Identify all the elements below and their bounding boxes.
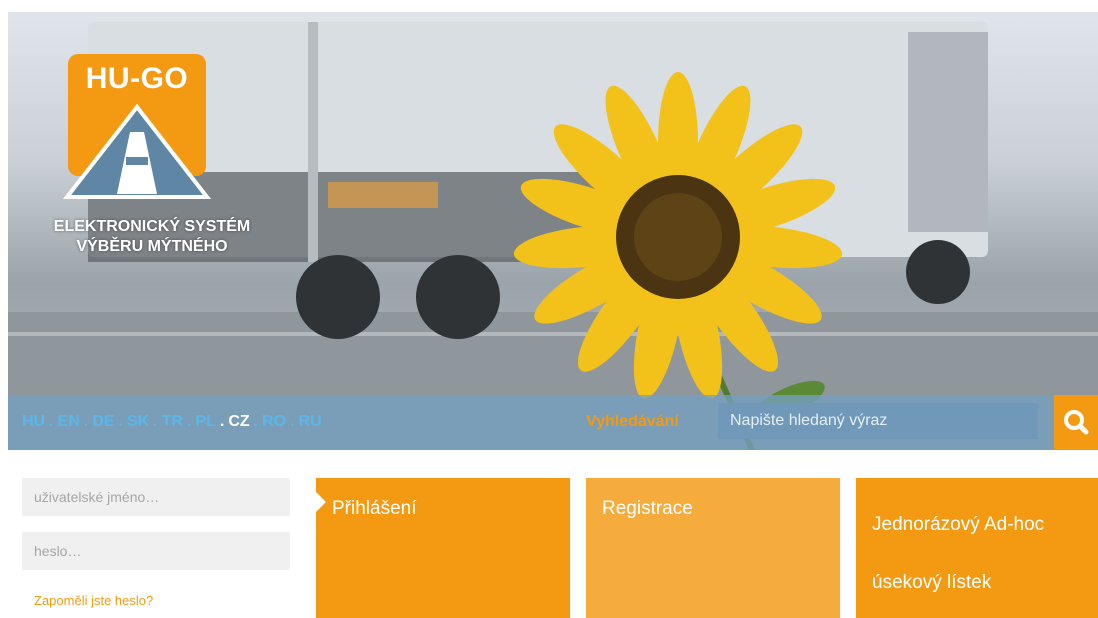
- lang-separator: .: [49, 413, 54, 430]
- arrow-icon: [316, 492, 326, 512]
- logo-subtitle: ELEKTRONICKÝ SYSTÉM VÝBĚRU MÝTNÉHO: [22, 217, 282, 257]
- lang-separator: .: [186, 413, 192, 430]
- road-sign-icon: [62, 103, 212, 199]
- forgot-password-link[interactable]: Zapoměli jste heslo?: [34, 593, 153, 608]
- lang-separator: .: [153, 413, 158, 430]
- adhoc-ticket-tile[interactable]: Jednorázový Ad-hoc úsekový lístek: [856, 478, 1098, 618]
- truck-wheel: [296, 255, 380, 339]
- search-button[interactable]: [1054, 395, 1098, 450]
- username-field[interactable]: [22, 478, 290, 516]
- truck-wheel: [906, 240, 970, 304]
- search-icon: [1064, 410, 1089, 435]
- adhoc-ticket-label: Jednorázový Ad-hoc úsekový lístek: [872, 496, 1044, 612]
- logo-subtitle-line2: VÝBĚRU MÝTNÉHO: [76, 238, 228, 255]
- lang-de[interactable]: DE: [92, 413, 114, 430]
- lang-sk[interactable]: SK: [127, 413, 149, 430]
- register-tile[interactable]: Registrace: [586, 478, 840, 618]
- lang-separator: .: [83, 413, 89, 430]
- logo-title: HU-GO: [85, 62, 189, 95]
- language-switcher: HU. EN. DE. SK. TR. PL. CZ. RO. RU: [22, 413, 322, 431]
- lang-en[interactable]: EN: [58, 413, 80, 430]
- language-search-bar: HU. EN. DE. SK. TR. PL. CZ. RO. RU Vyhledávání: [8, 395, 1054, 450]
- lang-ru[interactable]: RU: [299, 413, 322, 430]
- lang-separator: .: [253, 413, 259, 430]
- logo-subtitle-line1: ELEKTRONICKÝ SYSTÉM: [53, 218, 251, 235]
- register-tile-label: Registrace: [602, 498, 693, 519]
- adhoc-ticket-line2: úsekový lístek: [872, 572, 992, 593]
- lang-pl[interactable]: PL: [195, 413, 215, 430]
- search-input[interactable]: [718, 403, 1038, 439]
- password-field[interactable]: [22, 532, 290, 570]
- lang-separator: .: [219, 413, 225, 430]
- truck-wheel: [416, 255, 500, 339]
- lang-cz[interactable]: CZ: [228, 413, 249, 430]
- lang-separator: .: [290, 413, 295, 430]
- lang-separator: .: [118, 413, 123, 430]
- login-tile-label: Přihlášení: [332, 498, 417, 519]
- search-label: Vyhledávání: [586, 413, 679, 430]
- lang-ro[interactable]: RO: [262, 413, 286, 430]
- hero-banner: HU-GO ELEKTRONICKÝ SYSTÉM VÝBĚRU MÝTNÉHO: [8, 12, 1098, 450]
- adhoc-ticket-line1: Jednorázový Ad-hoc: [872, 514, 1045, 535]
- lang-hu[interactable]: HU: [22, 413, 45, 430]
- login-tile[interactable]: Přihlášení: [316, 478, 570, 618]
- lang-tr[interactable]: TR: [162, 413, 183, 430]
